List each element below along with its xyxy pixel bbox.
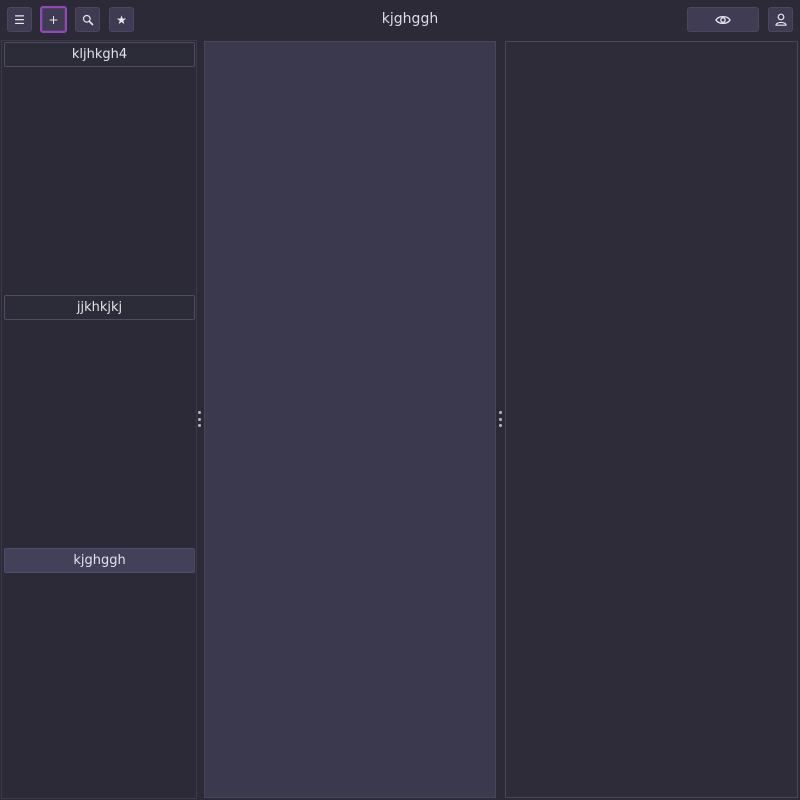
view-toggle-button[interactable] bbox=[687, 7, 759, 32]
plus-icon: + bbox=[48, 12, 59, 27]
middle-panel bbox=[204, 41, 496, 798]
list-item[interactable]: kljhkgh4 bbox=[4, 42, 195, 67]
list-item-label: jjkhkjkj bbox=[76, 300, 123, 315]
list-item-selected[interactable]: kjghggh bbox=[4, 548, 195, 573]
top-bar: ☰ + ★ kjghggh bbox=[0, 0, 800, 40]
resize-handle-right[interactable] bbox=[498, 411, 502, 427]
add-button[interactable]: + bbox=[40, 6, 67, 33]
list-item-label: kljhkgh4 bbox=[71, 47, 128, 62]
menu-icon: ☰ bbox=[14, 12, 25, 27]
eye-icon bbox=[715, 15, 731, 24]
star-icon: ★ bbox=[116, 12, 127, 27]
user-icon bbox=[774, 13, 787, 26]
user-button[interactable] bbox=[768, 7, 793, 32]
search-button[interactable] bbox=[75, 7, 100, 32]
search-icon bbox=[82, 14, 93, 25]
menu-button[interactable]: ☰ bbox=[7, 7, 32, 32]
app-window: ☰ + ★ kjghggh kljhkgh4 jjkhkjkj kjghggh bbox=[0, 0, 800, 800]
right-panel bbox=[505, 41, 798, 798]
favorite-button[interactable]: ★ bbox=[109, 7, 134, 32]
list-item[interactable]: jjkhkjkj bbox=[4, 295, 195, 320]
resize-handle-left[interactable] bbox=[197, 411, 201, 427]
page-title: kjghggh bbox=[381, 11, 439, 27]
sidebar-panel: kljhkgh4 jjkhkjkj kjghggh bbox=[1, 40, 197, 799]
list-item-label: kjghggh bbox=[73, 553, 126, 568]
